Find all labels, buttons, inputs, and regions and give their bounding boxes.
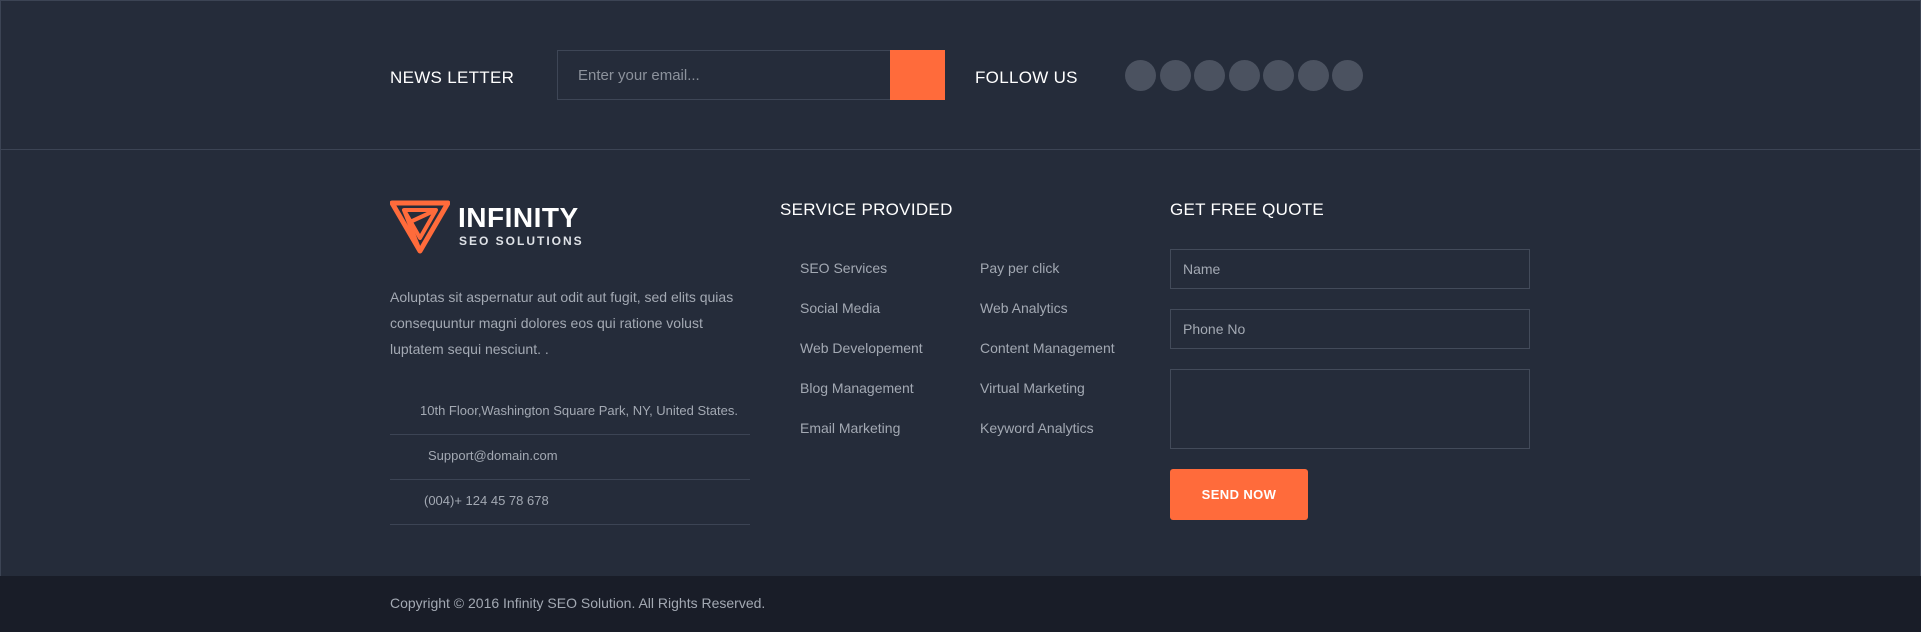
service-link[interactable]: Virtual Marketing (980, 380, 1085, 396)
contact-address-row: 10th Floor,Washington Square Park, NY, U… (390, 390, 750, 435)
contact-email[interactable]: Support@domain.com (428, 448, 558, 463)
service-link[interactable]: Blog Management (800, 380, 914, 396)
service-link[interactable]: Web Analytics (980, 300, 1068, 316)
newsletter-submit-button[interactable] (890, 50, 945, 100)
service-link[interactable]: Keyword Analytics (980, 420, 1094, 436)
service-link[interactable]: Pay per click (980, 260, 1059, 276)
contact-phone[interactable]: (004)+ 124 45 78 678 (424, 493, 549, 508)
follow-us-title: FOLLOW US (975, 68, 1078, 87)
service-link[interactable]: Social Media (800, 300, 880, 316)
pinterest-icon[interactable] (1263, 60, 1294, 91)
linkedin-icon[interactable] (1229, 60, 1260, 91)
about-text: Aoluptas sit aspernatur aut odit aut fug… (390, 289, 734, 357)
brand-logo[interactable]: INFINITY SEO SOLUTIONS (390, 200, 590, 256)
newsletter-section: NEWS LETTER FOLLOW US (0, 0, 1921, 150)
service-link[interactable]: Content Management (980, 340, 1115, 356)
newsletter-email-input[interactable] (557, 50, 891, 100)
quote-title: GET FREE QUOTE (1170, 200, 1325, 219)
send-now-button[interactable]: SEND NOW (1170, 469, 1308, 520)
contact-email-row: Support@domain.com (390, 435, 750, 480)
service-link[interactable]: SEO Services (800, 260, 887, 276)
contact-address: 10th Floor,Washington Square Park, NY, U… (420, 403, 738, 418)
twitter-icon[interactable] (1160, 60, 1191, 91)
triangle-logo-icon (390, 200, 450, 254)
facebook-icon[interactable] (1125, 60, 1156, 91)
services-title: SERVICE PROVIDED (780, 200, 953, 219)
youtube-icon[interactable] (1332, 60, 1363, 91)
instagram-icon[interactable] (1298, 60, 1329, 91)
contact-phone-row: (004)+ 124 45 78 678 (390, 480, 750, 525)
quote-name-input[interactable] (1170, 249, 1530, 289)
copyright-bar: Copyright © 2016 Infinity SEO Solution. … (0, 576, 1921, 632)
quote-message-textarea[interactable] (1170, 369, 1530, 449)
service-link[interactable]: Web Developement (800, 340, 923, 356)
service-link[interactable]: Email Marketing (800, 420, 900, 436)
newsletter-title: NEWS LETTER (390, 68, 515, 87)
brand-tagline: SEO SOLUTIONS (459, 234, 584, 248)
brand-name: INFINITY (458, 202, 579, 233)
google-plus-icon[interactable] (1194, 60, 1225, 91)
quote-phone-input[interactable] (1170, 309, 1530, 349)
copyright-text: Copyright © 2016 Infinity SEO Solution. … (390, 595, 766, 611)
